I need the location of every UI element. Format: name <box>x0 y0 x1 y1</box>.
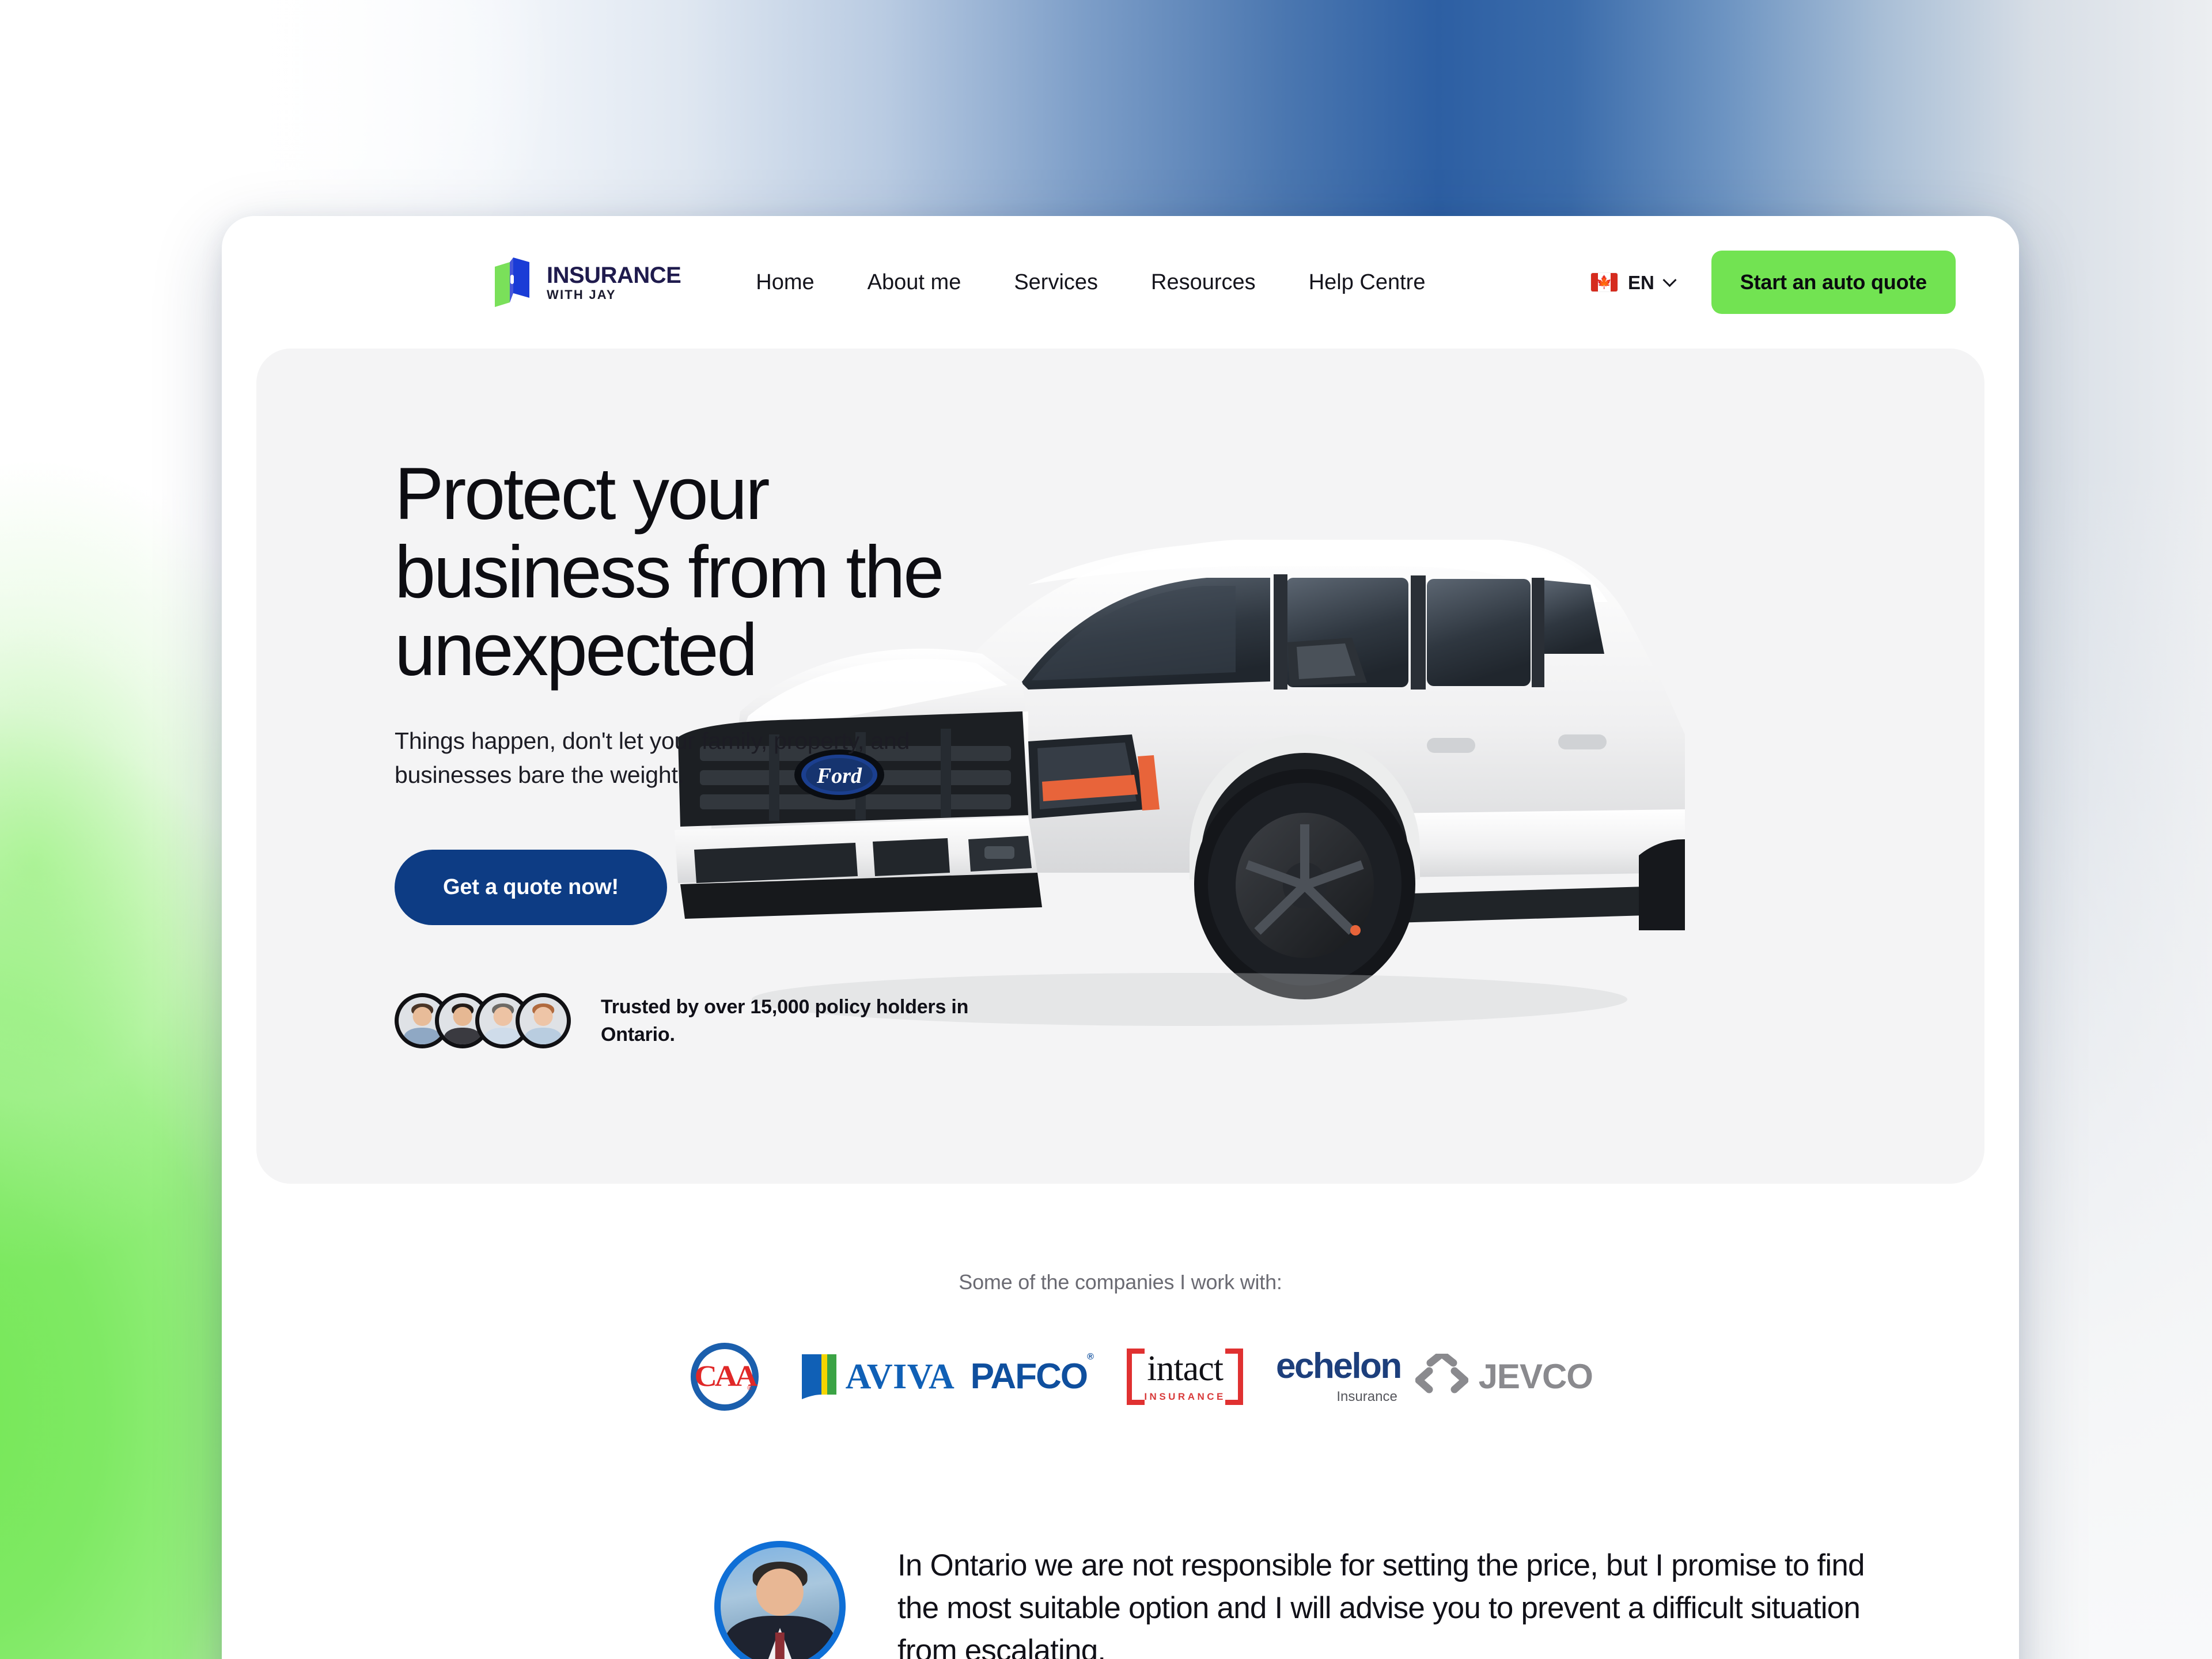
website-page-card: INSURANCE WITH JAY Home About me Service… <box>222 216 2019 1659</box>
partner-logo-echelon[interactable]: echelon Insurance <box>1262 1339 1415 1414</box>
primary-navigation: Home About me Services Resources Help Ce… <box>756 271 1425 293</box>
site-logo[interactable]: INSURANCE WITH JAY <box>493 257 681 307</box>
page-background: INSURANCE WITH JAY Home About me Service… <box>0 0 2212 1659</box>
hero-copy-block: Protect your business from the unexpecte… <box>395 455 1040 1049</box>
partner-logo-intact[interactable]: intact INSURANCE <box>1108 1339 1262 1414</box>
caa-wordmark: CAA <box>694 1360 757 1393</box>
pafco-wordmark: PAFCO <box>970 1357 1088 1396</box>
trust-indicator-row: Trusted by over 15,000 policy holders in… <box>395 993 1040 1049</box>
pafco-registered-mark: ® <box>1087 1351 1094 1362</box>
nav-item-help-centre[interactable]: Help Centre <box>1309 271 1426 293</box>
language-code: EN <box>1627 271 1654 293</box>
jay-portrait-avatar <box>714 1541 846 1659</box>
language-switcher[interactable]: 🍁 EN <box>1585 265 1680 300</box>
echelon-wordmark: echelon <box>1276 1346 1402 1386</box>
partner-logo-aviva[interactable]: AVIVA <box>801 1339 955 1414</box>
aviva-flag-icon <box>801 1354 836 1399</box>
jevco-diamond-icon <box>1415 1354 1468 1393</box>
trust-indicator-text: Trusted by over 15,000 policy holders in… <box>601 996 969 1046</box>
nav-item-resources[interactable]: Resources <box>1151 271 1256 293</box>
testimonial-quote: In Ontario we are not responsible for se… <box>897 1548 1865 1659</box>
testimonial-section: In Ontario we are not responsible for se… <box>222 1541 2019 1659</box>
insurance-door-logo-icon <box>495 257 529 307</box>
partner-logo-caa[interactable]: CAA ® <box>648 1339 801 1414</box>
nav-item-about-me[interactable]: About me <box>868 271 961 293</box>
intact-wordmark: intact <box>1147 1349 1224 1388</box>
intact-subtitle: INSURANCE <box>1144 1391 1226 1402</box>
partners-title: Some of the companies I work with: <box>959 1270 1282 1294</box>
hero-title: Protect your business from the unexpecte… <box>395 453 944 692</box>
partner-logo-jevco[interactable]: JEVCO <box>1415 1339 1593 1414</box>
caa-registered-mark: ® <box>747 1385 752 1392</box>
logo-subtitle: WITH JAY <box>547 287 616 302</box>
partner-logos-row: CAA ® AVIVA PAFCO® intact INSURANCE eche… <box>222 1339 2019 1414</box>
logo-title: INSURANCE <box>547 262 681 288</box>
navbar-right-group: 🍁 EN Start an auto quote <box>1585 251 1956 314</box>
echelon-logo-icon: echelon Insurance <box>1276 1346 1402 1405</box>
canada-flag-icon: 🍁 <box>1590 273 1618 291</box>
start-auto-quote-button[interactable]: Start an auto quote <box>1711 251 1956 314</box>
policyholder-avatar-stack <box>395 993 571 1049</box>
intact-logo-icon: intact INSURANCE <box>1127 1349 1243 1405</box>
partner-logo-pafco[interactable]: PAFCO® <box>955 1339 1108 1414</box>
partners-section: Some of the companies I work with: CAA ® <box>222 1270 2019 1414</box>
aviva-wordmark: AVIVA <box>845 1357 955 1396</box>
nav-item-services[interactable]: Services <box>1014 271 1098 293</box>
pafco-logo-icon: PAFCO® <box>970 1352 1094 1396</box>
hero-subtitle: Things happen, don't let your family, pr… <box>395 728 910 789</box>
get-a-quote-button[interactable]: Get a quote now! <box>395 850 668 926</box>
caa-logo-icon: CAA ® <box>691 1343 759 1411</box>
hero-section: Ford Protect your business from the unex… <box>256 349 1984 1184</box>
policyholder-avatar-4 <box>516 993 571 1049</box>
site-navbar: INSURANCE WITH JAY Home About me Service… <box>222 216 2019 349</box>
maple-leaf-glyph: 🍁 <box>1596 275 1612 289</box>
jevco-wordmark: JEVCO <box>1478 1357 1593 1396</box>
nav-item-home[interactable]: Home <box>756 271 814 293</box>
chevron-down-icon <box>1662 272 1677 287</box>
echelon-subtitle: Insurance <box>1336 1389 1397 1404</box>
